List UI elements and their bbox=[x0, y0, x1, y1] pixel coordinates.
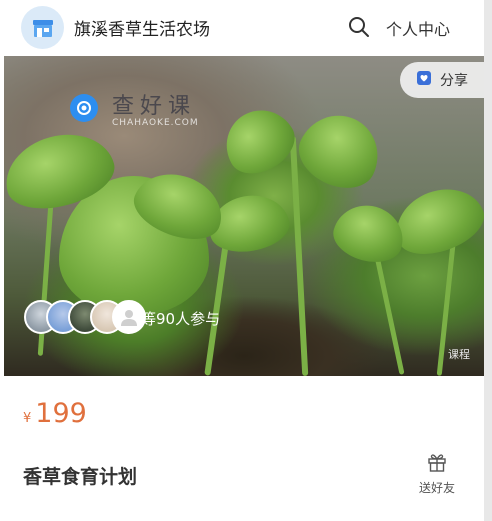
watermark: 查好课 CHAHAOKE.COM bbox=[70, 88, 199, 128]
watermark-subtitle: CHAHAOKE.COM bbox=[112, 118, 199, 128]
watermark-logo-icon bbox=[70, 94, 98, 122]
plant-leaf bbox=[288, 102, 392, 200]
currency-symbol: ¥ bbox=[23, 411, 32, 426]
plant-leaf bbox=[386, 177, 484, 265]
gift-icon bbox=[426, 451, 448, 477]
shop-name: 旗溪香草生活农场 bbox=[74, 20, 210, 40]
share-icon bbox=[416, 70, 432, 90]
gift-label: 送好友 bbox=[418, 481, 455, 495]
course-type-badge: 课程 bbox=[448, 348, 470, 361]
plant-leaf bbox=[328, 197, 410, 270]
course-title: 香草食育计划 bbox=[23, 466, 138, 488]
scrollbar[interactable] bbox=[484, 0, 492, 521]
share-button[interactable]: 分享 bbox=[400, 62, 484, 98]
page: 旗溪香草生活农场 个人中心 查好课 CHAHAOKE.COM 分享 等90人参与… bbox=[0, 0, 484, 521]
header: 旗溪香草生活农场 个人中心 bbox=[0, 0, 484, 56]
watermark-title: 查好课 bbox=[112, 94, 197, 119]
plant-stem bbox=[289, 136, 309, 376]
shop-logo-icon[interactable] bbox=[21, 6, 64, 49]
participant-avatars[interactable] bbox=[24, 300, 146, 334]
price: ¥ 199 bbox=[23, 398, 87, 429]
user-center-link[interactable]: 个人中心 bbox=[386, 16, 450, 40]
price-value: 199 bbox=[35, 398, 87, 429]
course-banner-image: 查好课 CHAHAOKE.COM 分享 等90人参与 课程 bbox=[4, 56, 484, 376]
search-icon[interactable] bbox=[345, 13, 373, 41]
participant-count: 等90人参与 bbox=[141, 310, 221, 328]
share-label: 分享 bbox=[440, 73, 468, 89]
gift-to-friend-button[interactable]: 送好友 bbox=[410, 451, 464, 496]
